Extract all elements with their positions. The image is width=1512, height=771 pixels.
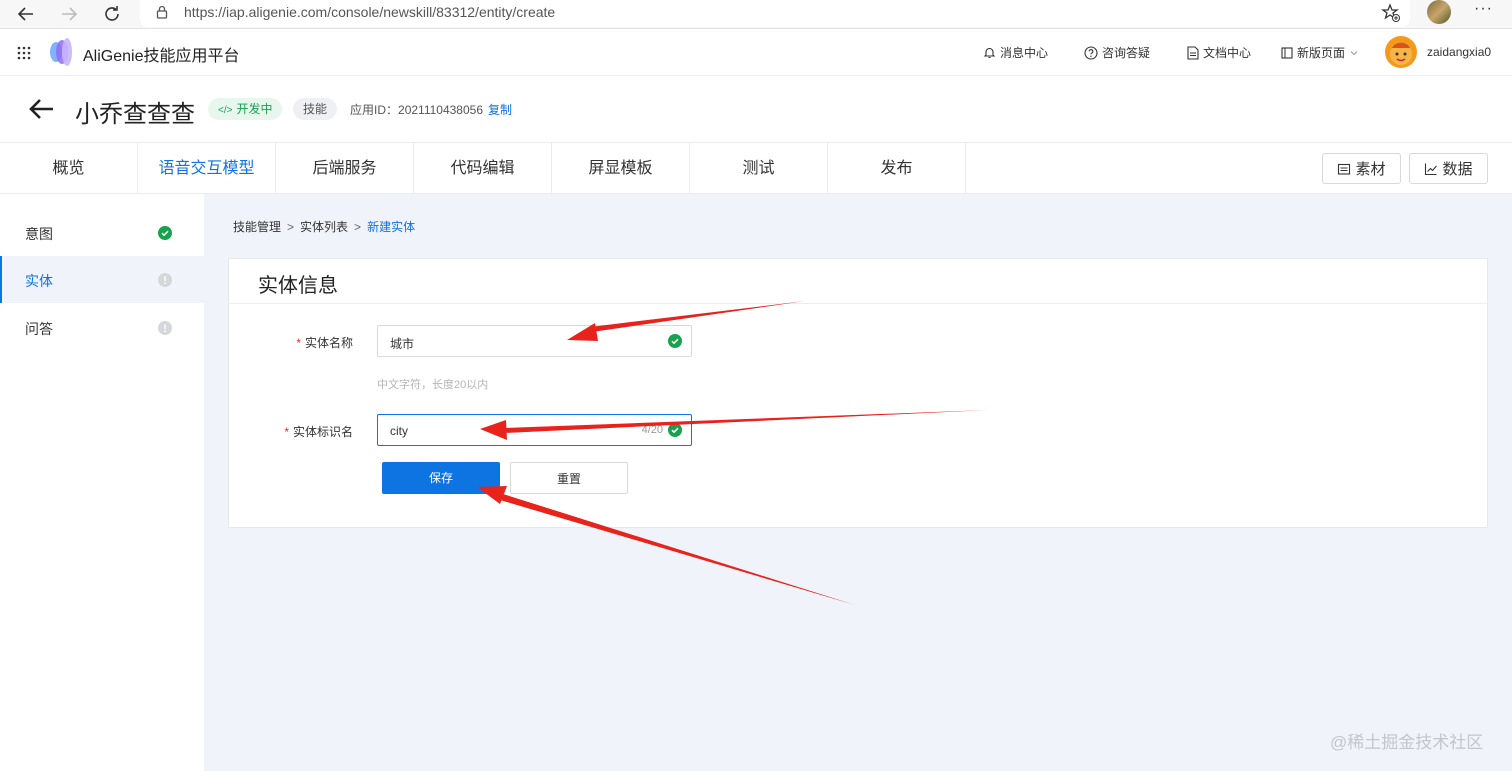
entity-name-label-text: 实体名称	[304, 336, 353, 350]
app-title: AliGenie技能应用平台	[83, 48, 240, 65]
check-circle-icon	[668, 334, 682, 348]
type-badge: 技能	[293, 98, 338, 120]
entity-id-label: * 实体标识名	[269, 423, 353, 440]
entity-info-card: 实体信息 * 实体名称 城市 中文字符，长度20以内 * 实体标识名 city 4/…	[228, 258, 1488, 528]
url-text: https://iap.aligenie.com/console/newskil…	[184, 4, 556, 20]
card-title: 实体信息	[258, 275, 338, 297]
skill-name: 小乔查查查	[75, 101, 195, 128]
tab-backend[interactable]: 后端服务	[276, 143, 414, 194]
chevron-down-icon	[1350, 50, 1358, 55]
app-grid-icon[interactable]	[17, 46, 31, 60]
browser-profile-avatar[interactable]	[1427, 0, 1451, 24]
materials-label: 素材	[1355, 161, 1386, 178]
entity-name-label: * 实体名称	[289, 334, 353, 351]
data-label: 数据	[1442, 161, 1473, 178]
sidebar-item-intent[interactable]: 意图	[0, 209, 204, 256]
tab-code-editor[interactable]: 代码编辑	[414, 143, 552, 194]
document-icon	[1187, 45, 1199, 60]
tab-voice-model[interactable]: 语音交互模型	[138, 143, 276, 194]
arrow-right-icon[interactable]	[57, 2, 81, 26]
question-circle-icon	[1084, 45, 1098, 60]
breadcrumb-entity-list[interactable]: 实体列表	[300, 218, 348, 235]
help-link[interactable]: 咨询答疑	[1084, 44, 1150, 61]
info-circle-icon	[158, 321, 172, 335]
folder-icon	[1338, 163, 1351, 175]
bell-icon	[983, 47, 996, 59]
aligenie-logo-icon	[48, 36, 74, 68]
entity-name-hint: 中文字符，长度20以内	[377, 379, 489, 391]
browser-more-icon[interactable]: ···	[1474, 0, 1493, 18]
entity-id-input[interactable]: city 4/20	[377, 414, 692, 446]
arrow-left-icon[interactable]	[14, 2, 38, 26]
favorites-star-icon[interactable]	[1380, 2, 1402, 24]
copy-link[interactable]: 复制	[488, 101, 512, 118]
docs-label: 文档中心	[1203, 46, 1252, 60]
required-mark: *	[296, 336, 301, 350]
code-icon: </>	[218, 105, 233, 116]
tab-overview[interactable]: 概览	[0, 143, 138, 194]
username: zaidangxia0	[1427, 45, 1492, 59]
entity-name-input[interactable]: 城市	[377, 325, 692, 357]
browser-toolbar: https://iap.aligenie.com/console/newskil…	[0, 0, 1512, 29]
line-chart-icon	[1425, 163, 1438, 175]
messages-label: 消息中心	[1000, 46, 1049, 60]
user-avatar[interactable]	[1385, 36, 1417, 68]
card-divider	[229, 303, 1487, 304]
sidebar-item-entity[interactable]: 实体	[0, 256, 204, 303]
info-circle-icon	[158, 273, 172, 287]
new-page-link[interactable]: 新版页面	[1281, 44, 1359, 61]
reset-button[interactable]: 重置	[510, 462, 628, 494]
messages-link[interactable]: 消息中心	[983, 44, 1048, 61]
status-text: 开发中	[236, 102, 273, 116]
check-circle-icon	[158, 226, 172, 240]
check-circle-icon	[668, 423, 682, 437]
sidebar-item-label: 意图	[25, 226, 53, 242]
char-counter: 4/20	[641, 424, 663, 436]
lock-icon	[156, 5, 168, 19]
app-header: AliGenie技能应用平台 消息中心 咨询答疑 文档中心 新版页面 zaida…	[0, 29, 1512, 76]
help-label: 咨询答疑	[1102, 46, 1151, 60]
breadcrumb: 技能管理 > 实体列表 > 新建实体	[233, 218, 415, 235]
address-bar[interactable]: https://iap.aligenie.com/console/newskil…	[140, 0, 1410, 27]
app-id-label: 应用ID：	[350, 103, 399, 117]
app-id: 应用ID：2021110438056	[350, 101, 483, 118]
tab-test[interactable]: 测试	[690, 143, 828, 194]
main-tabs: 概览 语音交互模型 后端服务 代码编辑 屏显模板 测试 发布 素材 数据	[0, 143, 1512, 194]
required-mark: *	[284, 425, 289, 439]
entity-id-label-text: 实体标识名	[292, 425, 353, 439]
tab-publish[interactable]: 发布	[828, 143, 966, 194]
breadcrumb-separator: >	[287, 219, 295, 234]
data-button[interactable]: 数据	[1409, 153, 1488, 184]
new-page-label: 新版页面	[1297, 46, 1346, 60]
back-arrow-icon[interactable]	[28, 96, 56, 122]
status-badge: </> 开发中	[208, 98, 283, 120]
breadcrumb-skill-management[interactable]: 技能管理	[233, 218, 281, 235]
tab-screen-template[interactable]: 屏显模板	[552, 143, 690, 194]
docs-link[interactable]: 文档中心	[1187, 44, 1251, 61]
save-button[interactable]: 保存	[382, 462, 500, 494]
materials-button[interactable]: 素材	[1322, 153, 1401, 184]
sidebar: 意图 实体 问答	[0, 194, 204, 771]
sidebar-item-qa[interactable]: 问答	[0, 304, 204, 351]
sidebar-item-label: 实体	[25, 273, 53, 289]
skill-title-row: 小乔查查查 </> 开发中 技能 应用ID：2021110438056 复制	[0, 76, 1512, 143]
main-content: 技能管理 > 实体列表 > 新建实体 实体信息 * 实体名称 城市 中文字符，长度…	[204, 194, 1512, 771]
entity-name-value: 城市	[390, 337, 415, 351]
breadcrumb-separator: >	[354, 219, 362, 234]
refresh-icon[interactable]	[100, 2, 124, 26]
watermark: @稀土掘金技术社区	[1330, 733, 1484, 752]
entity-id-value: city	[390, 424, 408, 438]
layout-icon	[1281, 46, 1293, 59]
sidebar-item-label: 问答	[25, 321, 53, 337]
app-id-value: 2021110438056	[398, 103, 483, 117]
breadcrumb-new-entity: 新建实体	[367, 220, 416, 234]
